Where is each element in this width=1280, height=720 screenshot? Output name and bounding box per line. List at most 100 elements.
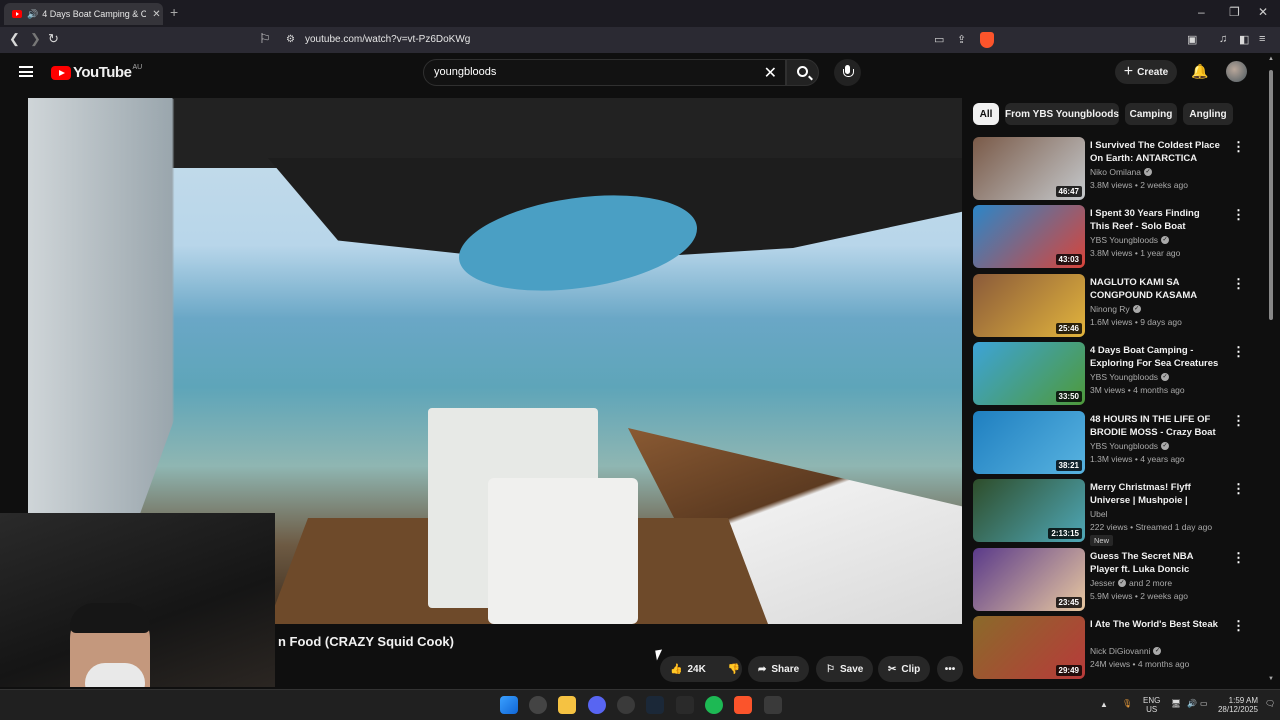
youtube-logo[interactable]: YouTube AU — [51, 64, 142, 81]
video-thumbnail[interactable]: 25:46 — [973, 274, 1085, 337]
recommendation-channel[interactable]: YBS Youngbloods ✓ — [1090, 441, 1170, 451]
hamburger-menu-icon[interactable] — [19, 66, 33, 77]
channel-name[interactable]: Niko Omilana — [1090, 167, 1141, 177]
terminal-icon[interactable] — [764, 696, 782, 714]
recommendation-item[interactable]: 2:13:15 Merry Christmas! Flyff Universe |… — [973, 479, 1263, 546]
more-options-icon[interactable]: ⋮ — [1232, 481, 1245, 497]
scroll-down-icon[interactable]: ▼ — [1268, 676, 1274, 682]
volume-icon[interactable]: 🔊 — [1187, 699, 1197, 708]
video-thumbnail[interactable]: 38:21 — [973, 411, 1085, 474]
network-icon[interactable]: 🖥 — [1171, 699, 1181, 708]
video-thumbnail[interactable]: 29:49 — [973, 616, 1085, 679]
channel-name[interactable]: Ubel — [1090, 509, 1107, 519]
share-page-icon[interactable]: ⇪ — [957, 33, 966, 46]
discord-icon[interactable] — [588, 696, 606, 714]
language-indicator[interactable]: ENG US — [1143, 696, 1160, 714]
like-icon[interactable]: 👍 — [670, 664, 682, 675]
battery-icon[interactable]: ▭ — [1200, 699, 1208, 708]
more-options-icon[interactable]: ⋮ — [1232, 276, 1245, 292]
recommendation-channel[interactable]: Ubel — [1090, 509, 1107, 519]
menu-icon[interactable]: ≡ — [1259, 33, 1265, 45]
recommendation-item[interactable]: 29:49 I Ate The World's Best Steak Nick Di… — [973, 616, 1263, 680]
channel-name[interactable]: YBS Youngbloods — [1090, 372, 1158, 382]
tray-expand-icon[interactable]: ▲ — [1100, 700, 1108, 709]
chip-angling[interactable]: Angling — [1183, 103, 1233, 125]
steam-icon[interactable] — [646, 696, 664, 714]
sidebar-icon[interactable]: ▣ — [1187, 33, 1197, 46]
cast-icon[interactable]: ▭ — [934, 33, 944, 46]
recommendation-channel[interactable]: Nick DiGiovanni ✓ — [1090, 646, 1162, 656]
scroll-up-icon[interactable]: ▲ — [1268, 56, 1274, 62]
mic-tray-icon[interactable]: 🎙 — [1122, 699, 1132, 708]
speaker-icon[interactable]: 🔊 — [27, 9, 38, 20]
recommendation-channel[interactable]: Niko Omilana ✓ — [1090, 167, 1153, 177]
recommendation-channel[interactable]: Jesser ✓ and 2 more — [1090, 578, 1172, 588]
chip-all[interactable]: All — [973, 103, 999, 125]
recommendation-title[interactable]: NAGLUTO KAMI SA CONGPOUND KASAMA ANG ... — [1090, 276, 1220, 302]
share-button[interactable]: ➦ Share — [748, 656, 810, 682]
video-thumbnail[interactable]: 33:50 — [973, 342, 1085, 405]
video-thumbnail[interactable]: 23:45 — [973, 548, 1085, 611]
notifications-bell-icon[interactable]: 🔔 — [1191, 63, 1208, 80]
more-actions-button[interactable]: ••• — [937, 656, 963, 682]
recommendation-title[interactable]: Guess The Secret NBA Player ft. Luka Don… — [1090, 550, 1220, 576]
recommendation-channel[interactable]: YBS Youngbloods ✓ — [1090, 235, 1170, 245]
spotify-icon[interactable] — [705, 696, 723, 714]
recommendation-title[interactable]: 4 Days Boat Camping - Exploring For Sea … — [1090, 344, 1220, 370]
recommendation-channel[interactable]: Ninong Ry ✓ — [1090, 304, 1141, 314]
minimize-icon[interactable]: – — [1198, 5, 1205, 19]
windows-start-icon[interactable] — [500, 696, 518, 714]
recommendation-item[interactable]: 25:46 NAGLUTO KAMI SA CONGPOUND KASAMA AN… — [973, 274, 1263, 338]
recommendation-title[interactable]: I Ate The World's Best Steak — [1090, 618, 1220, 631]
dislike-icon[interactable]: 👎 — [728, 664, 740, 675]
scrollbar-thumb[interactable] — [1269, 70, 1273, 320]
brave-browser-icon[interactable] — [734, 696, 752, 714]
forward-icon[interactable]: ❯ — [30, 31, 41, 47]
obs-icon[interactable] — [617, 696, 635, 714]
site-info-icon[interactable]: ⚙ — [286, 34, 295, 45]
clear-search-icon[interactable]: ✕ — [764, 63, 777, 83]
notification-center-icon[interactable]: 🗨 — [1265, 699, 1275, 708]
recommendation-channel[interactable]: YBS Youngbloods ✓ — [1090, 372, 1170, 382]
search-button[interactable] — [786, 59, 819, 86]
recommendation-title[interactable]: I Survived The Coldest Place On Earth: A… — [1090, 139, 1220, 165]
recommendation-title[interactable]: 48 HOURS IN THE LIFE OF BRODIE MOSS - Cr… — [1090, 413, 1220, 439]
more-options-icon[interactable]: ⋮ — [1232, 413, 1245, 429]
more-options-icon[interactable]: ⋮ — [1232, 207, 1245, 223]
video-thumbnail[interactable]: 43:03 — [973, 205, 1085, 268]
maximize-icon[interactable]: ❐ — [1229, 5, 1240, 19]
recommendation-title[interactable]: I Spent 30 Years Finding This Reef - Sol… — [1090, 207, 1220, 233]
reload-icon[interactable]: ↻ — [48, 31, 59, 47]
recommendation-item[interactable]: 43:03 I Spent 30 Years Finding This Reef … — [973, 205, 1263, 269]
recommendation-item[interactable]: 23:45 Guess The Secret NBA Player ft. Luk… — [973, 548, 1263, 612]
clip-button[interactable]: ✂ Clip — [878, 656, 931, 682]
video-thumbnail[interactable]: 46:47 — [973, 137, 1085, 200]
file-explorer-icon[interactable] — [558, 696, 576, 714]
chip-from-ybs[interactable]: From YBS Youngbloods — [1005, 103, 1119, 125]
channel-name[interactable]: Ninong Ry — [1090, 304, 1130, 314]
recommendation-item[interactable]: 38:21 48 HOURS IN THE LIFE OF BRODIE MOSS… — [973, 411, 1263, 475]
channel-name[interactable]: Nick DiGiovanni — [1090, 646, 1150, 656]
back-icon[interactable]: ❮ — [9, 31, 20, 47]
clock[interactable]: 1:59 AM 28/12/2025 — [1208, 696, 1258, 714]
search-input[interactable]: youngbloods ✕ — [423, 59, 786, 86]
search-query[interactable]: youngbloods — [434, 66, 496, 78]
browser-tab[interactable]: 🔊 4 Days Boat Camping & Catc ✕ — [4, 3, 163, 25]
create-button[interactable]: + Create — [1115, 60, 1177, 84]
more-options-icon[interactable]: ⋮ — [1232, 618, 1245, 634]
recommendation-title[interactable]: Merry Christmas! Flyff Universe | Mushpo… — [1090, 481, 1220, 507]
address-bar[interactable]: youtube.com/watch?v=vt-Pz6DoKWg — [305, 34, 470, 45]
close-tab-icon[interactable]: ✕ — [152, 9, 160, 20]
window-close-icon[interactable]: ✕ — [1258, 5, 1268, 19]
app-icon[interactable] — [676, 696, 694, 714]
recommendation-item[interactable]: 46:47 I Survived The Coldest Place On Ear… — [973, 137, 1263, 201]
like-count[interactable]: 24K — [687, 664, 705, 675]
video-thumbnail[interactable]: 2:13:15 — [973, 479, 1085, 542]
panel-icon[interactable]: ◧ — [1239, 33, 1249, 46]
recommendation-item[interactable]: 33:50 4 Days Boat Camping - Exploring For… — [973, 342, 1263, 406]
voice-search-icon[interactable] — [834, 59, 861, 86]
bookmark-icon[interactable]: ⚐ — [259, 31, 271, 47]
more-options-icon[interactable]: ⋮ — [1232, 139, 1245, 155]
media-icon[interactable]: ♫ — [1219, 33, 1227, 45]
new-tab-button[interactable]: + — [170, 4, 178, 20]
